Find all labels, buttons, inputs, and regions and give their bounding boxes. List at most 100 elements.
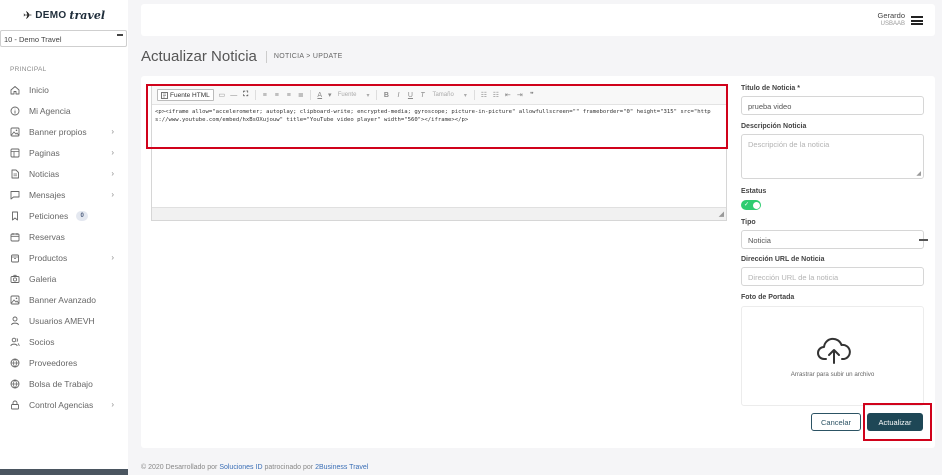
sidebar-item-paginas[interactable]: Paginas ›: [0, 142, 128, 163]
page-header: Actualizar Noticia NOTICIA > UPDATE: [141, 48, 343, 65]
sidebar-item-proveedores[interactable]: Proveedores: [0, 352, 128, 373]
user-info[interactable]: Gerardo USBAAB: [877, 11, 905, 27]
align-justify-icon[interactable]: ≣: [297, 91, 305, 100]
agency-select-value: 10 - Demo Travel: [4, 35, 62, 44]
sidebar-item-usuarios-amevh[interactable]: Usuarios AMEVH: [0, 310, 128, 331]
logo[interactable]: ✈ DEMO travel: [0, 0, 128, 30]
select-caret-icon: [117, 34, 123, 36]
layout-icon: [10, 148, 20, 158]
url-input[interactable]: Dirección URL de la noticia: [741, 267, 924, 286]
chevron-down-icon: ▾: [463, 92, 467, 99]
size-dropdown-label: Tamaño: [432, 92, 454, 98]
globe-icon: [10, 379, 20, 389]
sidebar-nav: Inicio Mi Agencia Banner propios › Paginas › N…: [0, 79, 128, 415]
horizontal-line-icon[interactable]: —: [230, 91, 238, 100]
image-icon[interactable]: ▭: [218, 91, 226, 100]
resize-grip-icon[interactable]: ◢: [916, 170, 921, 177]
hamburger-menu-icon[interactable]: [911, 16, 923, 25]
bold-icon[interactable]: B: [382, 91, 390, 100]
resize-grip-icon[interactable]: ◢: [719, 210, 724, 218]
sidebar-item-mensajes[interactable]: Mensajes ›: [0, 184, 128, 205]
tipo-select[interactable]: Noticia: [741, 230, 928, 249]
chevron-down-icon: ▾: [366, 92, 370, 99]
sidebar-item-productos[interactable]: Productos ›: [0, 247, 128, 268]
editor-content[interactable]: <p><iframe allow="accelerometer; autopla…: [152, 105, 726, 205]
image-icon: [10, 127, 20, 137]
sidebar-item-noticias[interactable]: Noticias ›: [0, 163, 128, 184]
box-icon: [10, 253, 20, 263]
maximize-icon[interactable]: ⛶: [242, 91, 250, 100]
chevron-right-icon: ›: [111, 169, 114, 178]
bookmark-icon: [10, 211, 20, 221]
sidebar-item-mi-agencia[interactable]: Mi Agencia: [0, 100, 128, 121]
sidebar-item-label: Bolsa de Trabajo: [29, 378, 93, 389]
text-color-icon[interactable]: A: [316, 91, 324, 100]
sidebar-item-bolsa-de-trabajo[interactable]: Bolsa de Trabajo: [0, 373, 128, 394]
source-html-button[interactable]: Fuente HTML: [157, 89, 214, 101]
toggle-knob: [752, 201, 760, 209]
sidebar-item-control-agencias[interactable]: Control Agencias ›: [0, 394, 128, 415]
logo-travel-text: travel: [69, 8, 105, 22]
footer-link-2business[interactable]: 2Business Travel: [315, 464, 368, 471]
bullet-list-icon[interactable]: ☷: [492, 91, 500, 100]
sidebar-item-label: Reservas: [29, 231, 65, 242]
align-left-icon[interactable]: ≡: [261, 91, 269, 100]
italic-icon[interactable]: I: [394, 91, 402, 100]
underline-icon[interactable]: U: [406, 91, 414, 100]
dropzone-text: Arrastrar para subir un archivo: [790, 371, 875, 378]
user-role: USBAAB: [880, 21, 905, 27]
sidebar-item-socios[interactable]: Socios: [0, 331, 128, 352]
agency-select[interactable]: 10 - Demo Travel: [0, 30, 127, 47]
text-color-caret-icon[interactable]: ▾: [328, 91, 332, 100]
sidebar-item-banner-avanzado[interactable]: Banner Avanzado: [0, 289, 128, 310]
portada-dropzone[interactable]: Arrastrar para subir un archivo: [741, 306, 924, 406]
toolbar-separator: [309, 90, 311, 100]
rich-text-editor[interactable]: Fuente HTML ▭ — ⛶ ≡ ≡ ≡ ≣ A ▾ Fuente ▾ B …: [151, 85, 727, 221]
count-badge: 0: [76, 210, 89, 221]
blockquote-icon[interactable]: ❞: [528, 91, 536, 100]
footer-middle: patrocinado por: [262, 464, 316, 471]
sidebar-bottom-bar: [0, 469, 128, 475]
descripcion-label: Descripción Noticia: [741, 123, 807, 130]
clear-format-icon[interactable]: T: [418, 91, 426, 100]
chevron-right-icon: ›: [111, 148, 114, 157]
sidebar-item-label: Galeria: [29, 273, 57, 284]
info-icon: [10, 106, 20, 116]
sidebar-item-label: Inicio: [29, 84, 49, 95]
globe-icon: [10, 358, 20, 368]
update-button[interactable]: Actualizar: [867, 413, 923, 431]
portada-label: Foto de Portada: [741, 294, 795, 301]
titulo-input[interactable]: prueba video: [741, 96, 924, 115]
cancel-button[interactable]: Cancelar: [811, 413, 861, 431]
sidebar-item-label: Proveedores: [29, 357, 78, 368]
select-caret-icon: [919, 239, 928, 241]
indent-icon[interactable]: ⇥: [516, 91, 524, 100]
camera-icon: [10, 274, 20, 284]
toolbar-separator: [376, 90, 378, 100]
sidebar-item-inicio[interactable]: Inicio: [0, 79, 128, 100]
sidebar-item-label: Control Agencias: [29, 399, 94, 410]
sidebar-item-label: Mensajes: [29, 189, 66, 200]
align-center-icon[interactable]: ≡: [273, 91, 281, 100]
estatus-toggle[interactable]: ✓: [741, 200, 761, 210]
logo-demo-text: DEMO: [35, 9, 67, 21]
sidebar-item-reservas[interactable]: Reservas: [0, 226, 128, 247]
align-right-icon[interactable]: ≡: [285, 91, 293, 100]
sidebar-item-label: Usuarios AMEVH: [29, 315, 95, 326]
message-icon: [10, 190, 20, 200]
font-dropdown[interactable]: Fuente ▾: [336, 92, 372, 99]
descripcion-textarea[interactable]: Descripción de la noticia ◢: [741, 134, 924, 179]
sidebar-item-banner-propios[interactable]: Banner propios ›: [0, 121, 128, 142]
header-divider: [265, 50, 267, 63]
footer-link-soluciones[interactable]: Soluciones ID: [219, 464, 262, 471]
outdent-icon[interactable]: ⇤: [504, 91, 512, 100]
sidebar-item-galeria[interactable]: Galeria: [0, 268, 128, 289]
numbered-list-icon[interactable]: ☷: [480, 91, 488, 100]
logo-mark-icon: ✈: [23, 8, 33, 22]
home-icon: [10, 85, 20, 95]
size-dropdown[interactable]: Tamaño ▾: [430, 92, 468, 99]
sidebar-item-peticiones[interactable]: Peticiones 0: [0, 205, 128, 226]
tipo-select-value: Noticia: [748, 236, 771, 245]
calendar-icon: [10, 232, 20, 242]
user-name: Gerardo: [877, 11, 905, 20]
